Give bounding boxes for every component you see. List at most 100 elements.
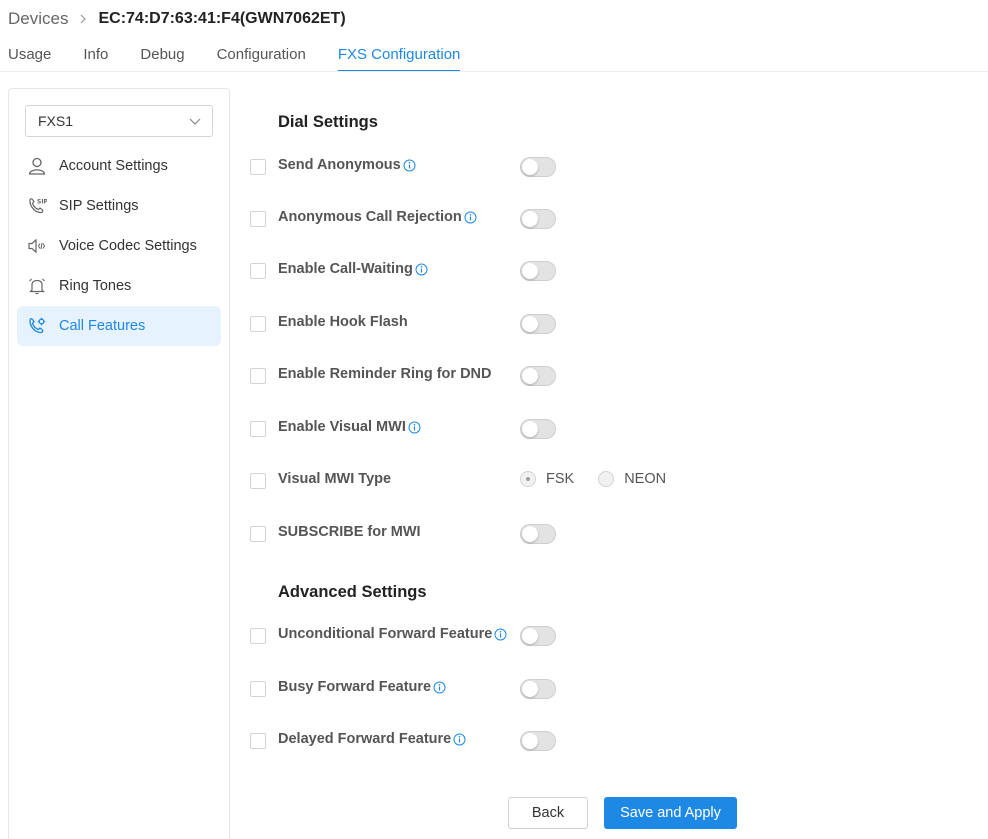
sidebar-item-ring-tones[interactable]: Ring Tones	[17, 266, 221, 306]
sidebar-item-sip-settings[interactable]: SIP SIP Settings	[17, 186, 221, 226]
radio-label: NEON	[624, 471, 667, 487]
sidebar-item-label: Account Settings	[59, 158, 168, 174]
save-and-apply-button[interactable]: Save and Apply	[604, 797, 737, 829]
setting-label-text: Unconditional Forward Feature	[278, 626, 493, 642]
setting-row-subscribe-for-mwi: SUBSCRIBE for MWI	[250, 522, 750, 546]
port-select[interactable]: FXS1	[25, 105, 213, 137]
tab-info[interactable]: Info	[83, 40, 108, 72]
sidebar-item-voice-codec-settings[interactable]: Voice Codec Settings	[17, 226, 221, 266]
setting-label-text: Visual MWI Type	[278, 471, 392, 487]
setting-row-busy-forward: Busy Forward Feature	[250, 677, 750, 701]
setting-label: Visual MWI Type	[278, 471, 391, 487]
bell-icon	[27, 276, 47, 296]
setting-label: Delayed Forward Feature	[278, 731, 466, 747]
checkbox[interactable]	[250, 526, 266, 542]
setting-label: Enable Call-Waiting	[278, 261, 428, 277]
setting-row-send-anonymous: Send Anonymous	[250, 155, 750, 179]
sidebar-item-label: Call Features	[59, 318, 146, 334]
sip-phone-icon: SIP	[27, 196, 47, 216]
setting-row-unconditional-forward: Unconditional Forward Feature	[250, 624, 750, 648]
info-icon[interactable]	[403, 159, 416, 172]
toggle-switch[interactable]	[520, 679, 556, 699]
setting-row-enable-hook-flash: Enable Hook Flash	[250, 312, 750, 336]
setting-label-text: Anonymous Call Rejection	[278, 209, 462, 225]
toggle-switch[interactable]	[520, 524, 556, 544]
breadcrumb: Devices EC:74:D7:63:41:F4(GWN7062ET)	[8, 7, 346, 31]
tab-debug[interactable]: Debug	[140, 40, 184, 72]
phone-gear-icon	[27, 316, 47, 336]
back-button[interactable]: Back	[508, 797, 588, 829]
setting-label-text: Enable Hook Flash	[278, 314, 408, 330]
setting-label-text: Enable Reminder Ring for DND	[278, 366, 492, 382]
sidebar-menu: Account Settings SIP SIP Settings Voice …	[17, 146, 221, 346]
toggle-switch[interactable]	[520, 157, 556, 177]
setting-label: Enable Visual MWI	[278, 419, 421, 435]
toggle-switch[interactable]	[520, 626, 556, 646]
toggle-switch[interactable]	[520, 209, 556, 229]
info-icon[interactable]	[433, 681, 446, 694]
checkbox[interactable]	[250, 733, 266, 749]
toggle-switch[interactable]	[520, 731, 556, 751]
setting-row-enable-visual-mwi: Enable Visual MWI	[250, 417, 750, 441]
device-identifier: EC:74:D7:63:41:F4(GWN7062ET)	[98, 10, 346, 27]
sidebar: FXS1 Account Settings SIP SIP Settings V…	[8, 88, 230, 839]
tabs-divider	[0, 71, 988, 72]
sidebar-item-label: SIP Settings	[59, 198, 139, 214]
breadcrumb-devices-link[interactable]: Devices	[8, 9, 68, 29]
checkbox[interactable]	[250, 316, 266, 332]
setting-label-text: SUBSCRIBE for MWI	[278, 524, 421, 540]
setting-label: Busy Forward Feature	[278, 679, 446, 695]
svg-text:SIP: SIP	[37, 199, 47, 206]
tab-configuration[interactable]: Configuration	[217, 40, 306, 72]
setting-label: Enable Reminder Ring for DND	[278, 366, 492, 382]
setting-label: Enable Hook Flash	[278, 314, 408, 330]
info-icon[interactable]	[415, 263, 428, 276]
setting-label-text: Send Anonymous	[278, 157, 401, 173]
sidebar-item-call-features[interactable]: Call Features	[17, 306, 221, 346]
visual-mwi-type-radio-group: FSK NEON	[520, 471, 690, 487]
toggle-switch[interactable]	[520, 419, 556, 439]
checkbox[interactable]	[250, 421, 266, 437]
checkbox[interactable]	[250, 368, 266, 384]
radio-dot-selected	[520, 471, 536, 487]
setting-label: Anonymous Call Rejection	[278, 209, 477, 225]
tab-bar: Usage Info Debug Configuration FXS Confi…	[8, 40, 492, 72]
advanced-settings-title: Advanced Settings	[278, 583, 427, 601]
toggle-switch[interactable]	[520, 261, 556, 281]
dial-settings-title: Dial Settings	[278, 113, 378, 131]
setting-label: Unconditional Forward Feature	[278, 626, 507, 642]
radio-fsk[interactable]: FSK	[520, 471, 574, 487]
toggle-switch[interactable]	[520, 314, 556, 334]
setting-label-text: Busy Forward Feature	[278, 679, 432, 695]
setting-label: Send Anonymous	[278, 157, 416, 173]
setting-label: SUBSCRIBE for MWI	[278, 524, 421, 540]
sidebar-item-account-settings[interactable]: Account Settings	[17, 146, 221, 186]
setting-label-text: Enable Call-Waiting	[278, 261, 413, 277]
info-icon[interactable]	[408, 421, 421, 434]
chevron-down-icon	[189, 118, 201, 125]
tab-usage[interactable]: Usage	[8, 40, 51, 72]
speaker-code-icon	[27, 236, 47, 256]
checkbox[interactable]	[250, 263, 266, 279]
checkbox[interactable]	[250, 159, 266, 175]
toggle-switch[interactable]	[520, 366, 556, 386]
chevron-right-icon	[74, 10, 92, 28]
setting-label-text: Enable Visual MWI	[278, 419, 406, 435]
setting-label-text: Delayed Forward Feature	[278, 731, 452, 747]
setting-row-delayed-forward: Delayed Forward Feature	[250, 729, 750, 753]
sidebar-item-label: Ring Tones	[59, 278, 132, 294]
checkbox[interactable]	[250, 211, 266, 227]
info-icon[interactable]	[453, 733, 466, 746]
setting-row-anonymous-call-rejection: Anonymous Call Rejection	[250, 207, 750, 231]
setting-row-visual-mwi-type: Visual MWI Type FSK NEON	[250, 469, 750, 493]
radio-label: FSK	[546, 471, 575, 487]
info-icon[interactable]	[494, 628, 507, 641]
radio-neon[interactable]: NEON	[598, 471, 666, 487]
setting-row-enable-call-waiting: Enable Call-Waiting	[250, 259, 750, 283]
info-icon[interactable]	[464, 211, 477, 224]
tab-fxs-configuration[interactable]: FXS Configuration	[337, 40, 460, 72]
port-select-value: FXS1	[38, 113, 74, 129]
checkbox[interactable]	[250, 681, 266, 697]
checkbox[interactable]	[250, 473, 266, 489]
checkbox[interactable]	[250, 628, 266, 644]
